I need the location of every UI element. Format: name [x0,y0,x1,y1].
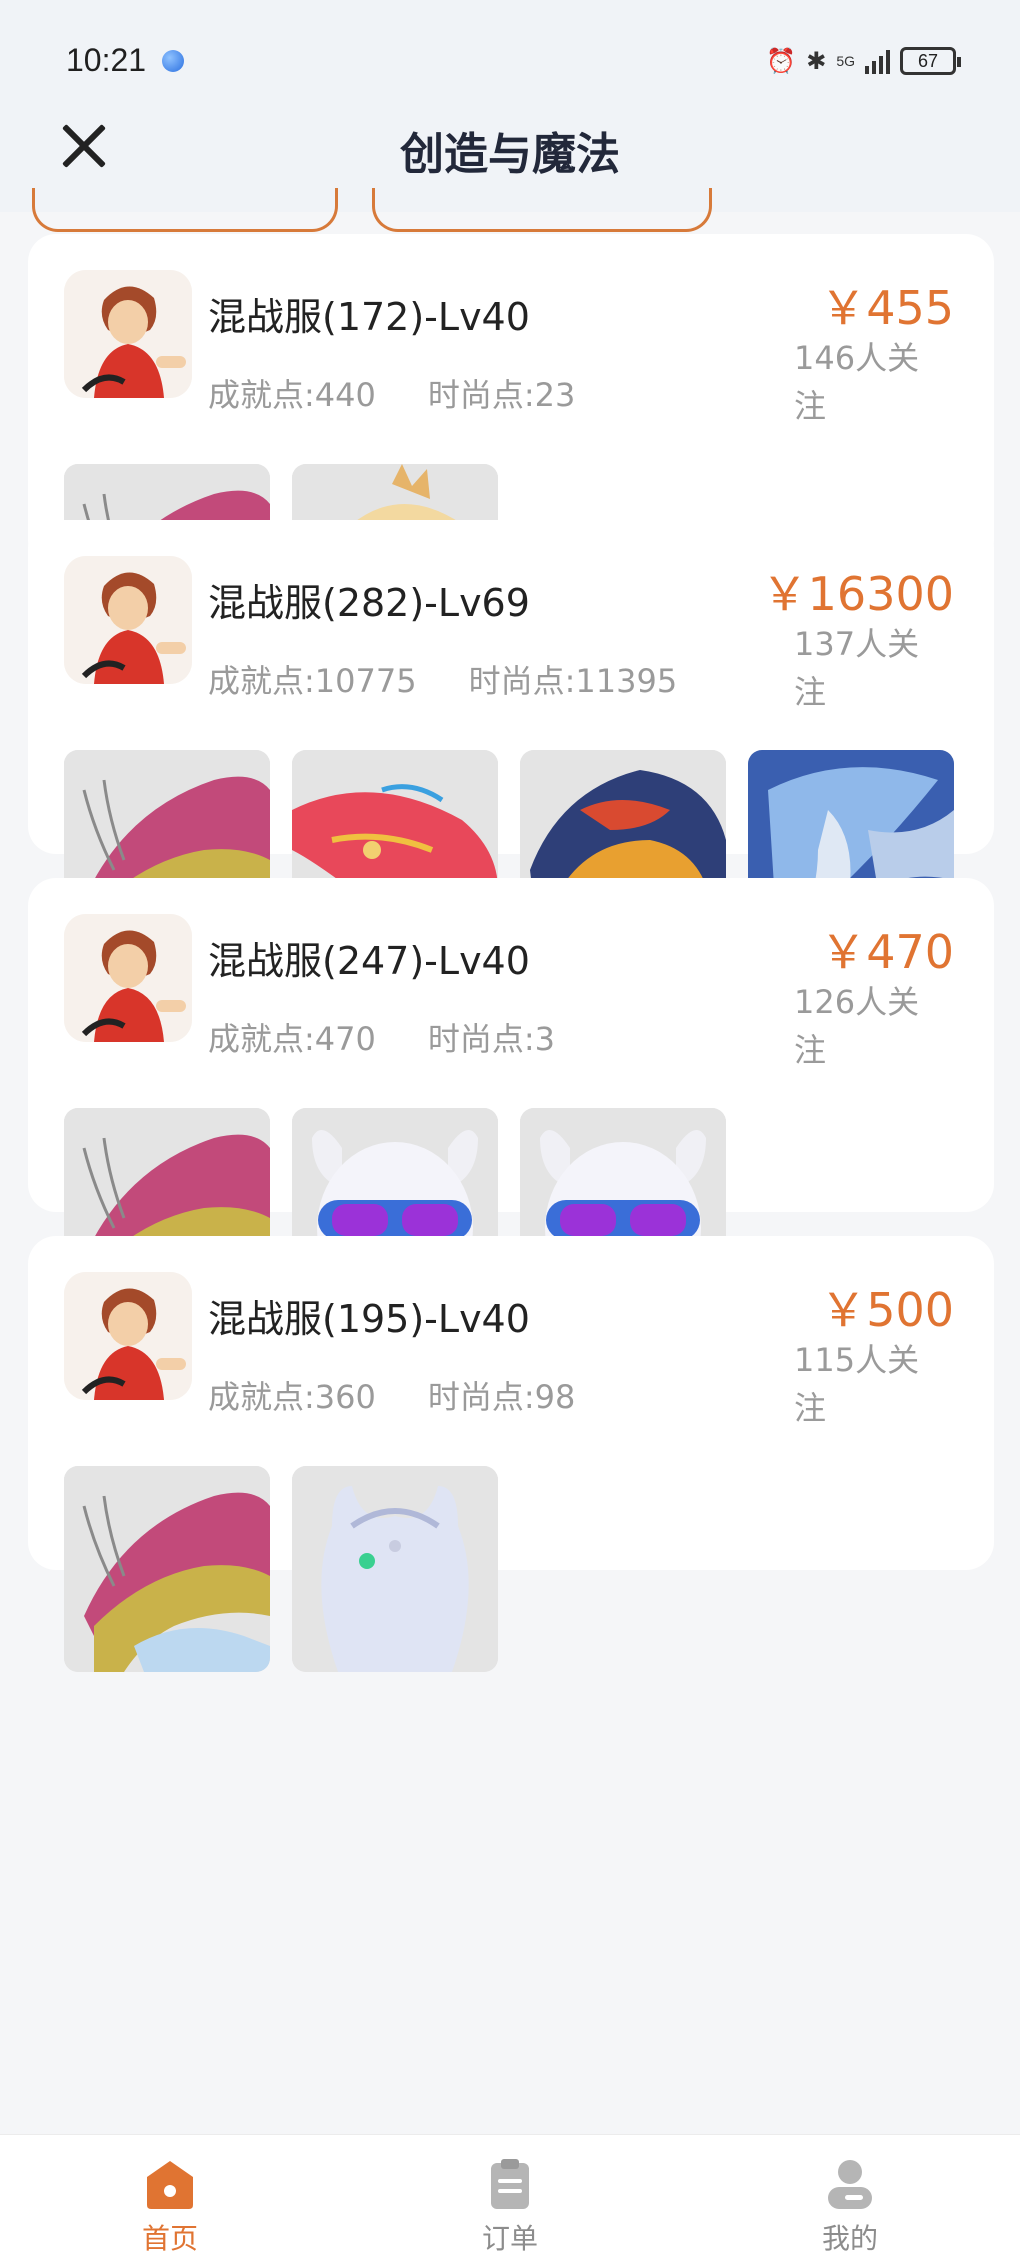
achievement-points: 成就点:360 [208,1378,376,1416]
notification-dot-icon [162,50,184,72]
avatar [64,556,192,684]
listing-title: 混战服(247)-Lv40 [208,939,530,983]
page-title: 创造与魔法 [400,129,620,180]
listing-price: ￥470 [820,925,954,979]
listing-price: ￥500 [820,1283,954,1337]
fashion-points: 时尚点:3 [427,1020,556,1058]
tab-profile[interactable]: 我的 [770,2157,930,2257]
listing-card[interactable]: 混战服(172)-Lv40 成就点:440 时尚点:23 ￥455 146人关注 [28,234,994,670]
fashion-points: 时尚点:98 [427,1378,576,1416]
status-icons: ⏰ ✱ 5G 67 [766,44,961,78]
avatar [64,270,192,398]
tab-label: 首页 [141,2222,198,2255]
battery-icon: 67 [900,47,961,75]
follower-count: 115人关注 [794,1341,920,1427]
listing-card[interactable]: 混战服(282)-Lv69 成就点:10775 时尚点:11395 ￥16300 137… [28,520,994,956]
bluetooth-icon: ✱ [806,47,827,75]
listing-stats: 成就点:470 时尚点:3 [208,1014,555,1060]
signal-icon [865,48,890,74]
fashion-points: 时尚点:23 [427,376,576,414]
battery-level: 67 [917,50,939,71]
listing-title: 混战服(282)-Lv69 [208,581,530,625]
listing-stats: 成就点:440 时尚点:23 [208,370,575,416]
helmet-thumbnail[interactable] [292,1466,498,1672]
tab-label: 订单 [481,2222,538,2255]
fashion-points: 时尚点:11395 [468,662,678,700]
filter-chip[interactable] [372,188,712,232]
follower-count: 137人关注 [794,625,920,711]
listing-stats: 成就点:10775 时尚点:11395 [208,656,677,702]
tab-bar: 首页 订单 我的 [0,2134,1020,2264]
alarm-icon: ⏰ [766,47,797,75]
achievement-points: 成就点:10775 [208,662,417,700]
network-label: 5G [836,53,855,69]
achievement-points: 成就点:440 [208,376,376,414]
listing-stats: 成就点:360 时尚点:98 [208,1372,575,1418]
tab-home[interactable]: 首页 [90,2157,250,2257]
thumbnail-row [64,1466,498,1672]
profile-icon [823,2157,877,2211]
tab-orders[interactable]: 订单 [430,2157,590,2257]
follower-count: 126人关注 [794,983,920,1069]
listing-title: 混战服(195)-Lv40 [208,1297,530,1341]
dragon-thumbnail[interactable] [64,1466,270,1672]
filter-chip[interactable] [32,188,338,232]
listing-card[interactable]: 混战服(247)-Lv40 成就点:470 时尚点:3 ￥470 126人关注 [28,878,994,1314]
avatar [64,1272,192,1400]
listing-price: ￥455 [820,281,954,335]
listing-title: 混战服(172)-Lv40 [208,295,530,339]
achievement-points: 成就点:470 [208,1020,376,1058]
order-icon [483,2157,537,2211]
tab-label: 我的 [821,2222,878,2255]
home-icon [143,2157,197,2211]
follower-count: 146人关注 [794,339,920,425]
listing-price: ￥16300 [761,567,954,621]
avatar [64,914,192,1042]
status-time: 10:21 [66,42,147,78]
listing-card[interactable]: 混战服(195)-Lv40 成就点:360 时尚点:98 ￥500 115人关注 [28,1236,994,1672]
